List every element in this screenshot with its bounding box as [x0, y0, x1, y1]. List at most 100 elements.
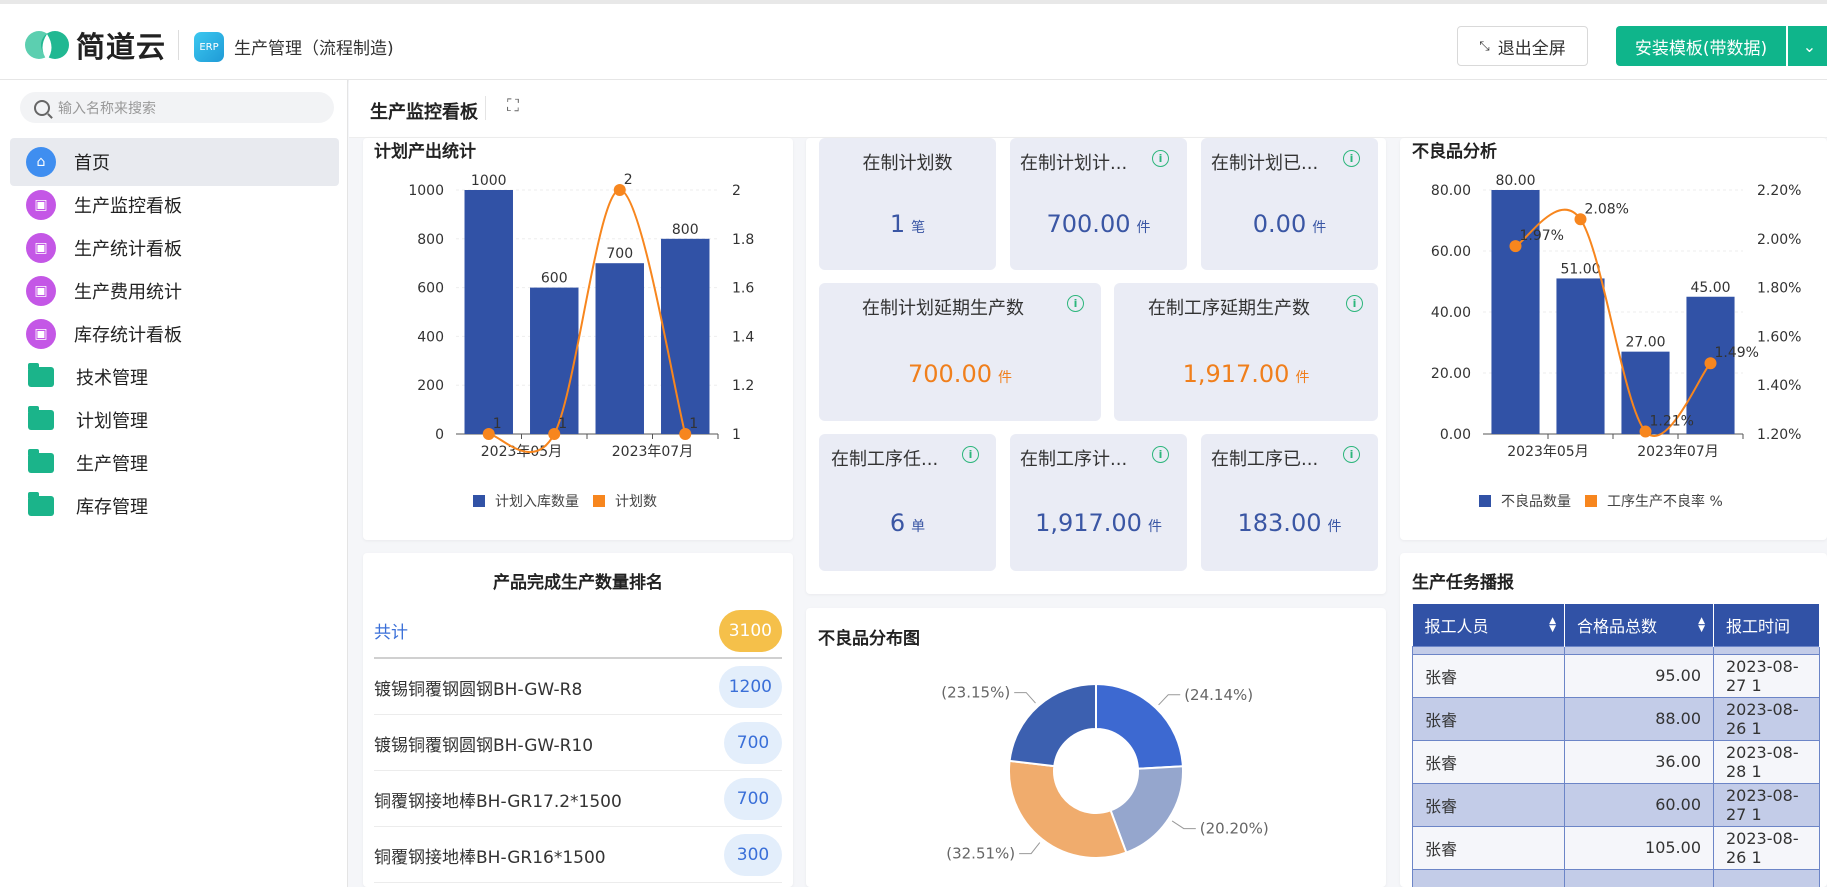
search-input[interactable]: 输入名称来搜索	[20, 92, 334, 123]
line-value-label: 1.49%	[1715, 345, 1759, 361]
bar-value-label: 45.00	[1690, 280, 1730, 296]
fullscreen-icon[interactable]: ⛶	[507, 96, 519, 116]
stat-label: 在制工序任...	[831, 449, 939, 470]
bar-value-label: 700	[606, 246, 633, 262]
list-item[interactable]: 铜覆钢接地棒BH-GR16*1500 300	[374, 828, 782, 883]
stat-label: 在制计划已...	[1211, 153, 1319, 174]
table-row[interactable]: 张睿 60.00 2023-08-27 1	[1412, 782, 1820, 827]
folder-icon	[28, 363, 54, 387]
y-tick-label: 600	[417, 281, 444, 297]
legend-swatch	[1479, 495, 1491, 507]
stat-tile[interactable]: 在制工序计... i 1,917.00 件	[1010, 434, 1187, 571]
table-row[interactable]: 张睿 88.00 2023-08-26 1	[1412, 696, 1820, 741]
legend-label[interactable]: 计划数	[615, 491, 657, 511]
brand-name: 简道云	[76, 30, 167, 64]
stat-unit: 笔	[911, 220, 926, 236]
sort-icon[interactable]: ▲ ▼	[1698, 617, 1705, 634]
sidebar-item-production-monitor[interactable]: ▣ 生产监控看板	[10, 181, 339, 229]
stat-tile[interactable]: 在制工序任... i 6单	[819, 434, 996, 571]
sidebar-item-production-cost[interactable]: ▣ 生产费用统计	[10, 267, 339, 315]
exit-fullscreen-button[interactable]: ⤡ 退出全屏	[1457, 26, 1588, 66]
sidebar-item-production-management[interactable]: 生产管理	[10, 439, 339, 487]
info-icon[interactable]: i	[1152, 150, 1169, 167]
stat-tile[interactable]: 在制计划已... i 0.00 件	[1201, 138, 1378, 270]
info-icon[interactable]: i	[1346, 295, 1363, 312]
sidebar-item-production-stats[interactable]: ▣ 生产统计看板	[10, 224, 339, 272]
collapse-icon: ⤡	[1479, 38, 1490, 54]
stat-number: 183.00	[1237, 509, 1322, 537]
legend-swatch	[1585, 495, 1597, 507]
list-item[interactable]: 铜覆钢接地棒BH-GR17.2*1500 700	[374, 772, 782, 827]
cell-qty: 95.00	[1564, 653, 1714, 698]
stat-number: 700.00	[1046, 210, 1131, 238]
stat-tile[interactable]: 在制计划计... i 700.00 件	[1010, 138, 1187, 270]
bar	[464, 190, 513, 434]
column-header[interactable]: 报工时间	[1713, 604, 1820, 646]
brand-logo[interactable]: 简道云	[24, 24, 166, 66]
info-icon[interactable]: i	[1152, 446, 1169, 463]
cell-qty: 88.00	[1564, 696, 1714, 741]
info-icon[interactable]: i	[1343, 446, 1360, 463]
stat-tile[interactable]: 在制计划延期生产数 i 700.00 件	[819, 283, 1101, 421]
sidebar-item-plan-management[interactable]: 计划管理	[10, 396, 339, 444]
pie-slice	[1008, 682, 1097, 768]
sort-icon[interactable]: ▲ ▼	[1549, 617, 1556, 634]
sidebar-item-inventory-stats[interactable]: ▣ 库存统计看板	[10, 310, 339, 358]
column-header[interactable]: 合格品总数 ▲ ▼	[1564, 604, 1714, 646]
stat-value: 700.00 件	[819, 360, 1101, 388]
stat-value: 183.00 件	[1201, 509, 1378, 537]
stat-unit: 件	[1147, 519, 1162, 535]
stat-tile[interactable]: 在制计划数 1笔	[819, 138, 996, 270]
info-icon[interactable]: i	[1067, 295, 1084, 312]
table-row[interactable]	[1412, 868, 1820, 887]
stat-tile[interactable]: 在制工序已... i 183.00 件	[1201, 434, 1378, 571]
cell-qty: 36.00	[1564, 739, 1714, 784]
cell-time: 2023-08-28 1	[1713, 739, 1820, 784]
sidebar-item-label: 计划管理	[76, 411, 148, 432]
stat-unit: 件	[997, 370, 1012, 386]
stat-label: 在制工序已...	[1211, 449, 1319, 470]
pie-slice-label: (23.15%)	[941, 684, 1010, 702]
sidebar-item-inventory-management[interactable]: 库存管理	[10, 482, 339, 530]
list-item[interactable]: 镀锡铜覆钢圆钢BH-GW-R8 1200	[374, 660, 782, 715]
y-tick-label: 60.00	[1431, 244, 1471, 260]
legend-swatch	[473, 495, 485, 507]
stat-unit: 件	[1136, 220, 1151, 236]
legend-label[interactable]: 不良品数量	[1501, 491, 1571, 511]
tasks-table: 报工人员 ▲ ▼ 合格品总数 ▲ ▼ 报工时间 张睿 95.00 2023-08-27 1 …	[1412, 604, 1820, 887]
sidebar-item-label: 技术管理	[76, 368, 148, 389]
sidebar-item-tech-management[interactable]: 技术管理	[10, 353, 339, 401]
pie-leader-line	[1019, 842, 1041, 855]
stat-number: 1,917.00	[1035, 509, 1142, 537]
sidebar-item-home[interactable]: ⌂ 首页	[10, 138, 339, 186]
table-row[interactable]: 张睿 105.00 2023-08-26 1	[1412, 825, 1820, 870]
line-value-label: 2.08%	[1585, 201, 1629, 217]
table-row[interactable]: 张睿 95.00 2023-08-27 1	[1412, 653, 1820, 698]
home-icon: ⌂	[26, 147, 56, 177]
legend-label[interactable]: 工序生产不良率 %	[1607, 491, 1723, 511]
install-dropdown-button[interactable]: ⌄	[1787, 26, 1827, 66]
column-header[interactable]: 报工人员 ▲ ▼	[1412, 604, 1565, 646]
info-icon[interactable]: i	[962, 446, 979, 463]
tasks-table-viewport[interactable]: 报工人员 ▲ ▼ 合格品总数 ▲ ▼ 报工时间 张睿 95.00 2023-08-27 1 …	[1412, 604, 1820, 887]
bar	[595, 263, 644, 434]
series-line	[488, 188, 687, 453]
stat-number: 6	[889, 509, 906, 537]
bar-value-label: 27.00	[1625, 335, 1665, 351]
y-tick-label: 20.00	[1431, 366, 1471, 382]
bar	[661, 238, 710, 434]
stat-number: 1	[889, 210, 906, 238]
install-template-button[interactable]: 安装模板(带数据)	[1616, 26, 1786, 66]
table-row[interactable]: 张睿 36.00 2023-08-28 1	[1412, 739, 1820, 784]
stat-tile[interactable]: 在制工序延期生产数 i 1,917.00 件	[1114, 283, 1378, 421]
line-value-label: 1.21%	[1650, 414, 1694, 430]
legend-label[interactable]: 计划入库数量	[495, 491, 579, 511]
stat-unit: 件	[1295, 370, 1310, 386]
cell-time: 2023-08-26 1	[1713, 825, 1820, 870]
exit-fullscreen-label: 退出全屏	[1497, 38, 1566, 59]
list-item[interactable]: 镀锡铜覆钢圆钢BH-GW-R10 700	[374, 716, 782, 771]
stat-unit: 件	[1327, 519, 1342, 535]
info-icon[interactable]: i	[1343, 150, 1360, 167]
defect-analysis-legend: 不良品数量 工序生产不良率 %	[1479, 491, 1723, 511]
cell-name: 张睿	[1412, 696, 1565, 741]
